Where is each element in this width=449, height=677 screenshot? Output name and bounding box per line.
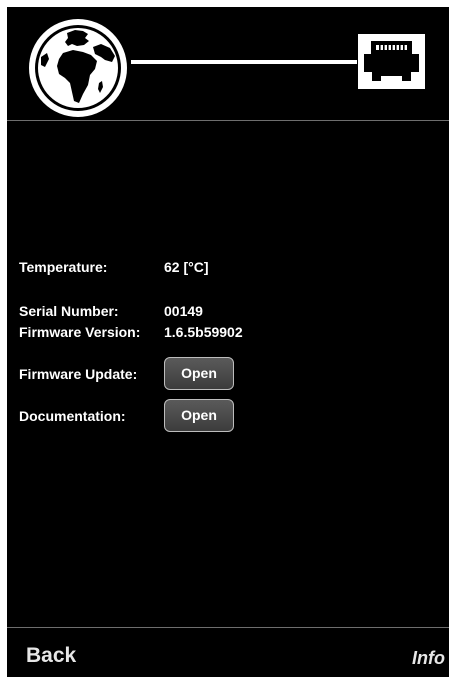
connection-header [7,7,449,120]
serial-number-label: Serial Number: [19,303,119,319]
documentation-open-button[interactable]: Open [164,399,234,432]
firmware-update-open-button[interactable]: Open [164,357,234,390]
globe-icon [27,17,129,119]
header-divider [7,120,449,121]
connection-line [131,60,357,64]
serial-number-value: 00149 [164,303,203,319]
firmware-update-label: Firmware Update: [19,366,138,382]
device-screen: Temperature: 62 [°C] Serial Number: 0014… [7,7,449,677]
temperature-value: 62 [°C] [164,259,209,275]
footer-divider [7,627,449,628]
page-title: Info [412,648,445,668]
ethernet-port-icon [358,34,425,89]
firmware-version-label: Firmware Version: [19,324,141,340]
back-button[interactable]: Back [26,644,76,668]
temperature-label: Temperature: [19,259,108,275]
firmware-version-value: 1.6.5b59902 [164,324,243,340]
documentation-label: Documentation: [19,408,126,424]
